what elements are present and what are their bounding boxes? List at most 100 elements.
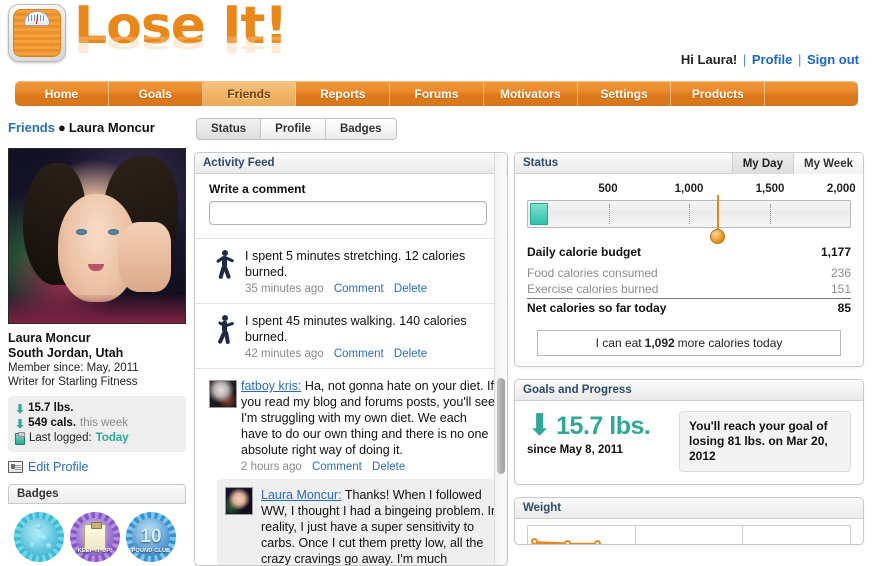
activity-feed-body: Write a comment I spent 5 minutes stretc…: [195, 174, 507, 565]
stretching-figure-icon: [205, 248, 245, 295]
nav-item-settings[interactable]: Settings: [578, 81, 672, 106]
gauge-tick-labels: 500 1,000 1,500 2,000: [527, 183, 855, 198]
comment-link[interactable]: Comment: [334, 348, 384, 360]
gauge-budget-knob[interactable]: [710, 229, 726, 244]
badge-ten-pound-club[interactable]: 10 POUND CLUB: [126, 512, 176, 562]
calorie-summary-table: Daily calorie budget 1,177 Food calories…: [527, 244, 851, 316]
sign-out-link[interactable]: Sign out: [807, 52, 859, 67]
feed-item-text: I spent 45 minutes walking. 140 calories…: [245, 314, 467, 344]
table-row: Food calories consumed 236: [527, 265, 851, 281]
goal-projection-box: You'll reach your goal of losing 81 lbs.…: [679, 411, 851, 472]
edit-profile-link[interactable]: Edit Profile: [28, 460, 88, 474]
profile-subtabs: Status Profile Badges: [196, 118, 397, 140]
profile-sidebar: Laura Moncur South Jordan, Utah Member s…: [8, 148, 186, 566]
comment-author-link[interactable]: Laura Moncur:: [261, 488, 342, 502]
goals-panel-title: Goals and Progress: [515, 380, 863, 401]
badges-panel-title: Badges: [8, 484, 186, 504]
row-label: Exercise calories burned: [527, 281, 794, 299]
user-avatar[interactable]: [205, 378, 241, 473]
goal-summary: ⬇ 15.7 lbs. since May 8, 2011: [527, 411, 679, 457]
breadcrumb-friends-link[interactable]: Friends: [8, 120, 55, 135]
gauge-label-1000: 1,000: [674, 183, 704, 195]
right-column: Status My Day My Week 500 1,000 1,500 2,…: [514, 152, 864, 545]
tab-my-day[interactable]: My Day: [731, 153, 793, 174]
down-arrow-icon: ⬇: [15, 416, 26, 431]
feed-item-meta: 35 minutes ago Comment Delete: [245, 283, 497, 295]
badge-keep-it-up[interactable]: KEEP IT UP!: [70, 512, 120, 562]
tab-status[interactable]: Status: [196, 118, 261, 140]
profile-link[interactable]: Profile: [752, 52, 792, 67]
calorie-gauge: [527, 195, 851, 244]
row-value: 85: [837, 301, 851, 315]
calories-value: 549 cals.: [28, 417, 77, 429]
clipboard-icon: [84, 521, 106, 551]
feed-item: I spent 5 minutes stretching. 12 calorie…: [195, 239, 507, 304]
badges-panel: Badges KEEP IT UP! 10 POUND CLUB: [8, 484, 186, 566]
row-label: Net calories so far today: [527, 301, 667, 315]
feed-item-meta: 2 hours ago Comment Delete: [241, 461, 497, 473]
delete-link[interactable]: Delete: [394, 348, 427, 360]
delete-link[interactable]: Delete: [372, 461, 405, 473]
gauge-budget-marker-line: [717, 195, 720, 229]
edit-profile-row[interactable]: Edit Profile: [8, 460, 186, 474]
stat-calories: ⬇ 549 cals. this week: [15, 416, 179, 431]
row-value: 1,177: [820, 245, 851, 259]
nav-item-home[interactable]: Home: [15, 81, 109, 106]
row-value: 236: [830, 266, 851, 280]
activity-feed-title: Activity Feed: [195, 153, 507, 174]
id-card-icon: [8, 461, 23, 473]
site-logo[interactable]: Lose It!: [8, 0, 288, 62]
gauge-fill-net-calories: [530, 203, 548, 225]
page-header: Lose It! Lose It! Hi Laura! | Profile | …: [0, 0, 873, 78]
tab-profile[interactable]: Profile: [260, 118, 325, 140]
comment-input[interactable]: [209, 201, 487, 225]
badge-label: KEEP IT UP!: [77, 548, 113, 554]
breadcrumb-separator: ●: [57, 120, 66, 135]
goal-weight-lost: 15.7 lbs.: [556, 411, 651, 440]
comment-link[interactable]: Comment: [312, 461, 362, 473]
scrollbar-thumb[interactable]: [497, 378, 505, 474]
logo-text: Lose It!: [74, 0, 288, 56]
tab-my-week[interactable]: My Week: [792, 153, 863, 174]
chart-data-point: [594, 540, 601, 544]
table-row: Net calories so far today 85: [527, 299, 851, 317]
status-panel: Status My Day My Week 500 1,000 1,500 2,…: [514, 152, 864, 367]
delete-link[interactable]: Delete: [394, 283, 427, 295]
weight-panel-title: Weight: [515, 498, 863, 519]
breadcrumb: Friends ● Laura Moncur: [8, 120, 155, 135]
weight-panel: Weight: [514, 497, 864, 545]
feed-item-time: 42 minutes ago: [245, 348, 324, 360]
tab-badges[interactable]: Badges: [324, 118, 397, 140]
profile-name: Laura Moncur: [8, 331, 91, 345]
bathroom-scale-icon: [8, 4, 66, 62]
nav-item-products[interactable]: Products: [671, 81, 766, 106]
user-avatar[interactable]: [225, 487, 253, 515]
stat-weight-lost: ⬇ 15.7 lbs.: [15, 401, 179, 416]
nav-item-friends[interactable]: Friends: [202, 81, 297, 106]
weight-lost-value: 15.7 lbs.: [28, 402, 74, 414]
nav-item-reports[interactable]: Reports: [296, 81, 391, 106]
profile-tagline: Writer for Starling Fitness: [8, 376, 138, 388]
nav-item-forums[interactable]: Forums: [390, 81, 484, 106]
nav-item-goals[interactable]: Goals: [109, 81, 203, 106]
weight-chart-body: [515, 519, 863, 544]
row-label: Food calories consumed: [527, 266, 658, 280]
chart-data-point: [564, 540, 571, 544]
stat-last-logged: Last logged: Today: [15, 431, 179, 446]
weight-line-chart: [527, 525, 851, 544]
feed-scrollbar[interactable]: [494, 154, 506, 564]
write-comment-label: Write a comment: [209, 182, 306, 196]
activity-feed-panel: Activity Feed Write a comment I spent 5 …: [194, 152, 508, 566]
main-navigation: Home Goals Friends Reports Forums Motiva…: [15, 81, 858, 106]
row-label: Daily calorie budget: [527, 245, 642, 259]
comment-link[interactable]: Comment: [334, 283, 384, 295]
badge-network[interactable]: [14, 512, 64, 562]
profile-stats-box: ⬇ 15.7 lbs. ⬇ 549 cals. this week Last l…: [8, 396, 186, 452]
status-body: 500 1,000 1,500 2,000 Daily calorie budg…: [515, 174, 863, 366]
gauge-label-500: 500: [598, 183, 618, 195]
nav-item-motivators[interactable]: Motivators: [484, 81, 578, 106]
comment-author-link[interactable]: fatboy kris:: [241, 379, 301, 393]
profile-location: South Jordan, Utah: [8, 346, 124, 360]
greeting-text: Hi Laura!: [680, 52, 738, 67]
